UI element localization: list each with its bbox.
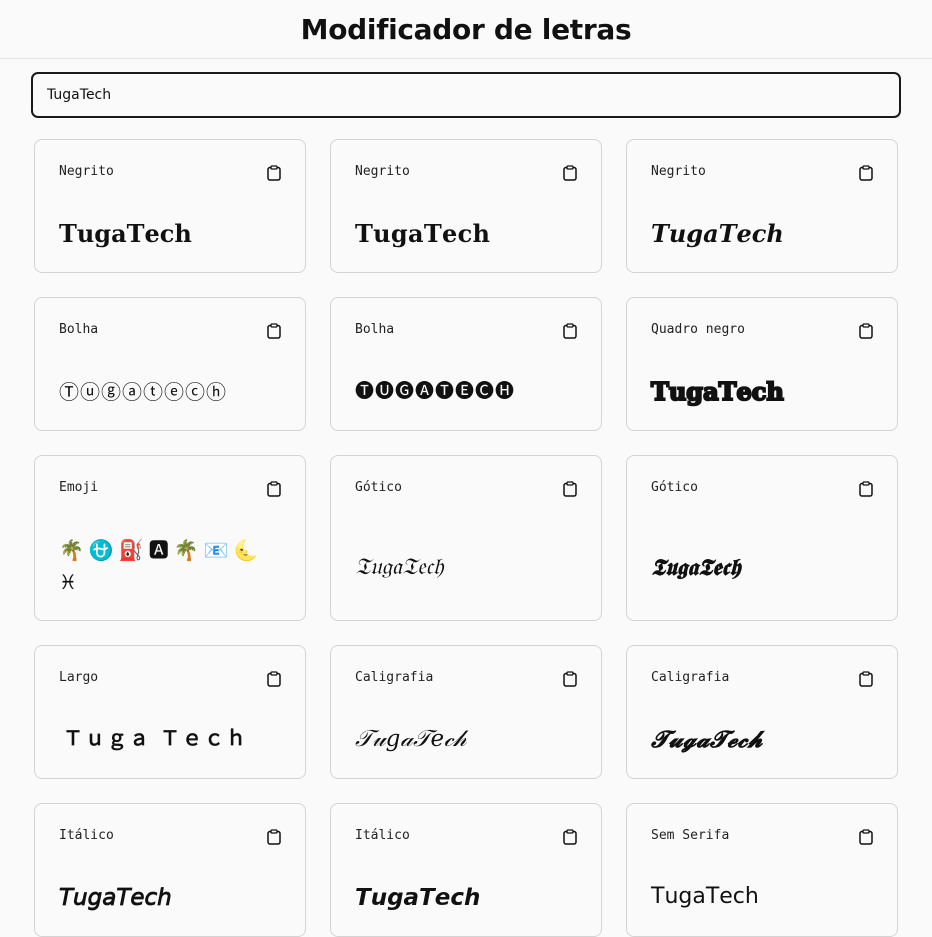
styled-text: 𝓣𝓾𝓰𝓪𝓣𝓮𝓬𝓱 (651, 726, 763, 753)
clipboard-icon[interactable] (563, 165, 577, 181)
style-label: Caligrafia (651, 670, 730, 685)
clipboard-icon[interactable] (859, 323, 873, 339)
style-card[interactable]: Bolha 🅣🅤🅖🅐🅣🅔🅒🅗 (330, 297, 602, 431)
header: Modificador de letras (0, 0, 932, 59)
style-card[interactable]: Quadro negro 𝕋𝕦𝕘𝕒𝕋𝕖𝕔𝕙 (626, 297, 898, 431)
style-card[interactable]: Negrito 𝐓𝐮𝐠𝐚𝐓𝐞𝐜𝐡 (34, 139, 306, 273)
clipboard-icon[interactable] (859, 165, 873, 181)
style-card[interactable]: Bolha Ⓣⓤⓖⓐⓣⓔⓒⓗ (34, 297, 306, 431)
styled-text: Ｔｕｇａ Ｔｅｃｈ (63, 726, 248, 750)
style-label: Bolha (59, 322, 99, 337)
style-label: Gótico (651, 480, 698, 495)
clipboard-icon[interactable] (563, 323, 577, 339)
clipboard-icon[interactable] (563, 829, 577, 845)
clipboard-icon[interactable] (267, 829, 281, 845)
style-card[interactable]: Caligrafia 𝒯𝓊𝑔𝒶𝒯𝑒𝒸𝒽 (330, 645, 602, 779)
styled-text: 𝑻𝒖𝒈𝒂𝑻𝒆𝒄𝒉 (651, 219, 784, 248)
style-label: Gótico (355, 480, 402, 495)
search-wrapper (31, 72, 901, 118)
style-label: Largo (59, 670, 99, 685)
style-label: Negrito (651, 164, 706, 179)
style-label: Sem Serifa (651, 828, 730, 843)
clipboard-icon[interactable] (859, 829, 873, 845)
style-card[interactable]: Itálico 𝘛𝘶𝘨𝘢𝘛𝘦𝘤𝘩 (34, 803, 306, 937)
styled-text: 𝕿𝖚𝖌𝖆𝕿𝖊𝖈𝖍 (651, 554, 741, 581)
style-card[interactable]: Sem Serifa 𝖳𝗎𝗀𝖺𝖳𝖾𝖼𝗁 (626, 803, 898, 937)
styled-text: 𝐓𝐮𝐠𝐚𝐓𝐞𝐜𝐡 (59, 219, 192, 248)
styled-text: 𝐓𝐮𝐠𝐚𝐓𝐞𝐜𝐡 (355, 219, 491, 248)
style-card[interactable]: Itálico 𝙏𝙪𝙜𝙖𝙏𝙚𝙘𝙝 (330, 803, 602, 937)
styled-text: 🌴⛎⛽🅰🌴📧🌜♓ (59, 538, 264, 594)
style-label: Negrito (59, 164, 114, 179)
clipboard-icon[interactable] (267, 481, 281, 497)
style-card[interactable]: Negrito 𝑻𝒖𝒈𝒂𝑻𝒆𝒄𝒉 (626, 139, 898, 273)
style-label: Quadro negro (651, 322, 745, 337)
styled-text: Ⓣⓤⓖⓐⓣⓔⓒⓗ (59, 380, 227, 404)
style-card[interactable]: Caligrafia 𝓣𝓾𝓰𝓪𝓣𝓮𝓬𝓱 (626, 645, 898, 779)
styled-text: 𝕋𝕦𝕘𝕒𝕋𝕖𝕔𝕙 (650, 377, 784, 406)
page-title: Modificador de letras (300, 12, 632, 46)
styled-text: 𝙏𝙪𝙜𝙖𝙏𝙚𝙘𝙝 (355, 884, 481, 911)
styled-text: 𝖳𝗎𝗀𝖺𝖳𝖾𝖼𝗁 (651, 884, 759, 909)
clipboard-icon[interactable] (859, 481, 873, 497)
styled-text: 𝒯𝓊𝑔𝒶𝒯𝑒𝒸𝒽 (355, 726, 467, 752)
style-label: Emoji (59, 480, 99, 495)
clipboard-icon[interactable] (563, 671, 577, 687)
clipboard-icon[interactable] (859, 671, 873, 687)
style-card[interactable]: Largo Ｔｕｇａ Ｔｅｃｈ (34, 645, 306, 779)
style-label: Itálico (355, 828, 410, 843)
text-input[interactable] (31, 72, 901, 118)
style-card[interactable]: Gótico 𝔗𝔲𝔤𝔞𝔗𝔢𝔠𝔥 (330, 455, 602, 621)
styled-text: 𝔗𝔲𝔤𝔞𝔗𝔢𝔠𝔥 (355, 554, 444, 580)
style-label: Bolha (355, 322, 395, 337)
styled-text: 𝘛𝘶𝘨𝘢𝘛𝘦𝘤𝘩 (59, 884, 172, 911)
style-label: Itálico (59, 828, 114, 843)
clipboard-icon[interactable] (267, 671, 281, 687)
clipboard-icon[interactable] (267, 165, 281, 181)
style-card[interactable]: Gótico 𝕿𝖚𝖌𝖆𝕿𝖊𝖈𝖍 (626, 455, 898, 621)
style-label: Caligrafia (355, 670, 434, 685)
clipboard-icon[interactable] (563, 481, 577, 497)
clipboard-icon[interactable] (267, 323, 281, 339)
styled-text: 🅣🅤🅖🅐🅣🅔🅒🅗 (355, 380, 516, 402)
style-label: Negrito (355, 164, 410, 179)
style-card[interactable]: Negrito 𝐓𝐮𝐠𝐚𝐓𝐞𝐜𝐡 (330, 139, 602, 273)
style-card[interactable]: Emoji 🌴⛎⛽🅰🌴📧🌜♓ (34, 455, 306, 621)
